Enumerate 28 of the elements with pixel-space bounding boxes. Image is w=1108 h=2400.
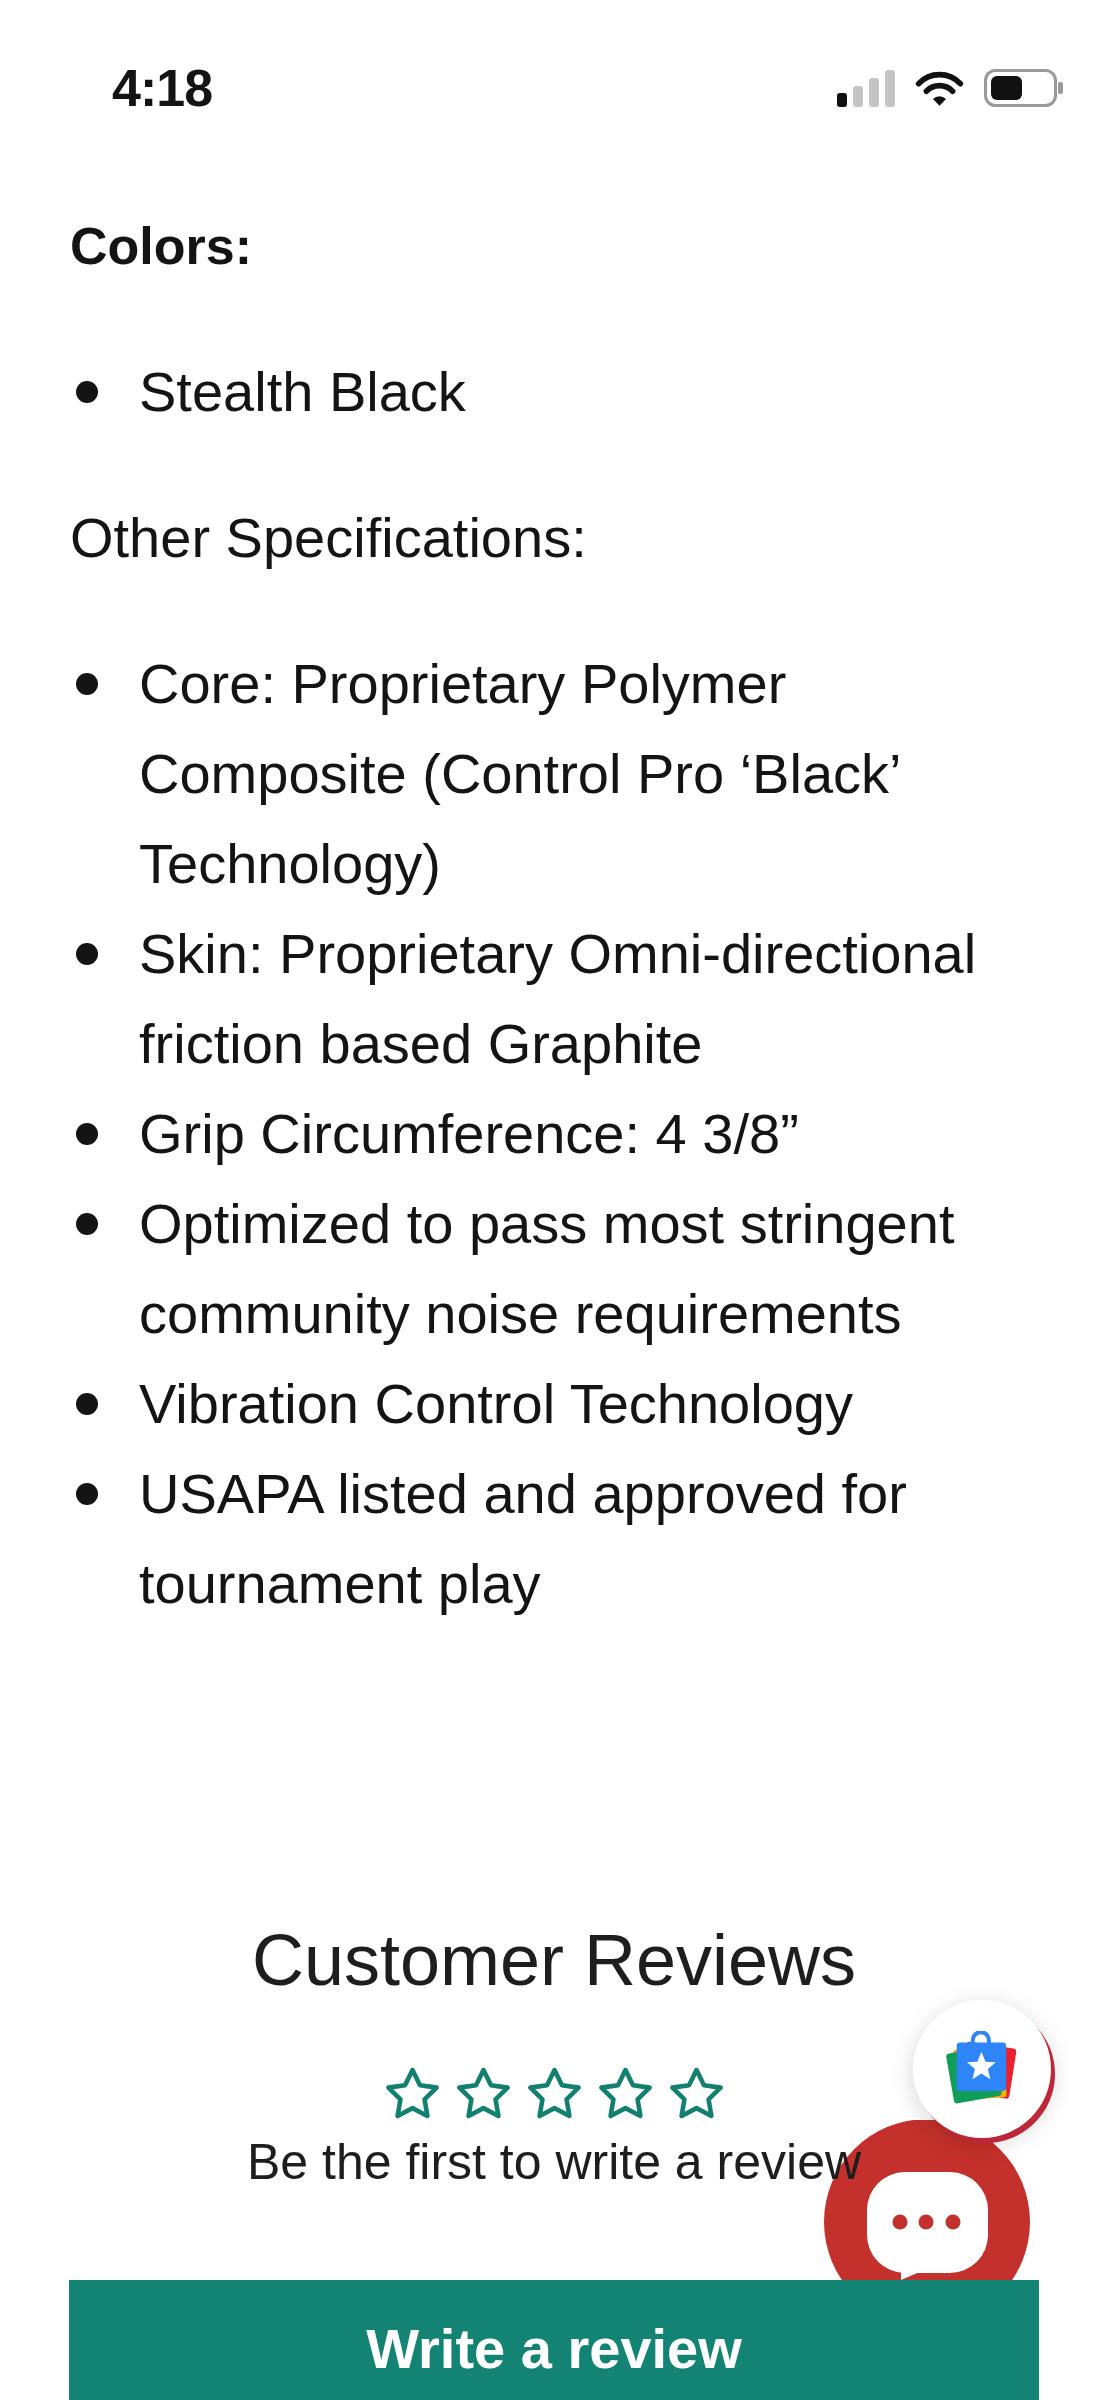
star-icon [455, 2066, 511, 2121]
specs-heading: Other Specifications: [70, 505, 588, 571]
write-review-button[interactable]: Write a review [69, 2280, 1039, 2400]
bullet-icon [76, 673, 98, 695]
spec-item: Grip Circumference: 4 3/8” [139, 1101, 800, 1167]
bullet-icon [76, 381, 98, 403]
battery-icon [984, 69, 1064, 107]
speech-bubble-icon [867, 2172, 988, 2280]
bullet-icon [76, 1213, 98, 1235]
spec-item: Vibration Control Technology [139, 1371, 854, 1437]
spec-item: Core: Proprietary Polymer Composite (Control Pro ‘Black’ Technology) [139, 651, 901, 897]
color-option: Stealth Black [139, 347, 1038, 437]
bullet-icon [76, 943, 98, 965]
spec-item: USAPA listed and approved for tournament play [139, 1461, 908, 1617]
colors-heading: Colors: [70, 216, 253, 277]
spec-item: Skin: Proprietary Omni-directional friction based Graphite [139, 921, 978, 1077]
reviews-title: Customer Reviews [251, 1919, 857, 2002]
star-icon [526, 2066, 582, 2121]
star-icon [384, 2066, 440, 2121]
bullet-icon [76, 1123, 98, 1145]
star-icon [668, 2066, 724, 2121]
bullet-icon [76, 1393, 98, 1415]
star-icon [597, 2066, 653, 2121]
wifi-icon [915, 69, 964, 107]
spec-item: Optimized to pass most stringent community noise requirements [139, 1191, 956, 1347]
status-time: 4:18 [112, 58, 213, 118]
signal-bars-icon [837, 69, 895, 107]
bullet-icon [76, 1483, 98, 1505]
